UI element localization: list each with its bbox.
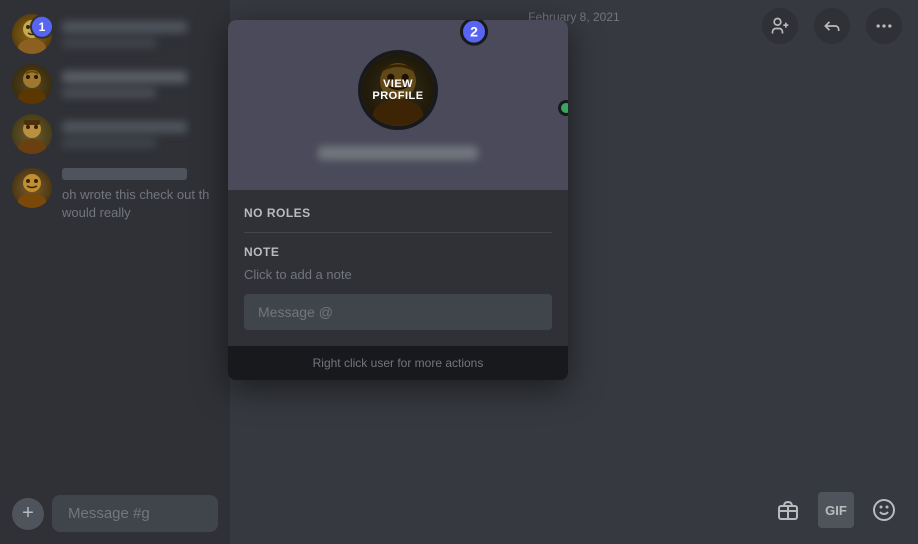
- user-item-3[interactable]: [4, 110, 226, 158]
- message-input-area-left: + Message #g: [0, 487, 230, 544]
- message-text-4: oh wrote this check out th would really: [62, 186, 218, 222]
- message-input-popup[interactable]: Message @: [244, 294, 552, 330]
- avatar-wrapper-1: 1: [12, 14, 52, 54]
- user-msg-bar-1: [62, 38, 156, 48]
- user-content-1: [62, 21, 218, 48]
- online-dot: [558, 100, 568, 116]
- emoji-button[interactable]: [866, 492, 902, 528]
- user-name-bar-1: [62, 21, 187, 33]
- username-bar: [318, 146, 478, 160]
- top-toolbar: [746, 0, 918, 52]
- profile-header: VIEW PROFILE 2: [228, 20, 568, 190]
- note-section: NOTE Click to add a note: [244, 245, 552, 282]
- divider-1: [244, 232, 552, 233]
- avatar-4: [12, 168, 52, 208]
- add-friend-button[interactable]: [762, 8, 798, 44]
- note-placeholder[interactable]: Click to add a note: [244, 267, 552, 282]
- avatar-3: [12, 114, 52, 154]
- avatar-2: [12, 64, 52, 104]
- gif-button[interactable]: GIF: [818, 492, 854, 528]
- profile-avatar-large[interactable]: VIEW PROFILE: [358, 50, 438, 130]
- reply-button[interactable]: [814, 8, 850, 44]
- avatar-wrapper-2: [12, 64, 52, 104]
- profile-body: NO ROLES NOTE Click to add a note Messag…: [228, 190, 568, 346]
- user-name-bar-4: [62, 168, 187, 180]
- add-button[interactable]: +: [12, 498, 44, 530]
- avatar-wrapper-4: [12, 168, 52, 208]
- message-input-left[interactable]: Message #g: [52, 495, 218, 532]
- more-button[interactable]: [866, 8, 902, 44]
- user-content-2: [62, 71, 218, 98]
- profile-avatar-container: VIEW PROFILE 2: [358, 50, 438, 130]
- user-msg-bar-3: [62, 138, 156, 148]
- view-profile-label: VIEW PROFILE: [362, 78, 434, 102]
- no-roles-section: NO ROLES: [244, 206, 552, 220]
- badge-2: 2: [460, 20, 488, 46]
- note-label: NOTE: [244, 245, 552, 259]
- user-name-bar-2: [62, 71, 187, 83]
- no-roles-label: NO ROLES: [244, 206, 552, 220]
- user-msg-bar-2: [62, 88, 156, 98]
- user-list: 1: [0, 0, 230, 487]
- left-sidebar: 1: [0, 0, 230, 544]
- bottom-right-icons: GIF: [770, 492, 902, 528]
- avatar-wrapper-3: [12, 114, 52, 154]
- user-item-2[interactable]: [4, 60, 226, 108]
- app-container: 1: [0, 0, 918, 544]
- gift-button[interactable]: [770, 492, 806, 528]
- user-item-4[interactable]: oh wrote this check out th would really: [4, 160, 226, 226]
- user-item-1[interactable]: 1: [4, 10, 226, 58]
- user-content-3: [62, 121, 218, 148]
- view-profile-overlay[interactable]: VIEW PROFILE: [362, 54, 434, 126]
- user-content-4: oh wrote this check out th would really: [62, 168, 218, 222]
- badge-1: 1: [30, 15, 54, 39]
- right-click-hint: Right click user for more actions: [228, 346, 568, 380]
- user-name-bar-3: [62, 121, 187, 133]
- profile-popup: VIEW PROFILE 2 NO ROLES NOTE Click to ad…: [228, 20, 568, 380]
